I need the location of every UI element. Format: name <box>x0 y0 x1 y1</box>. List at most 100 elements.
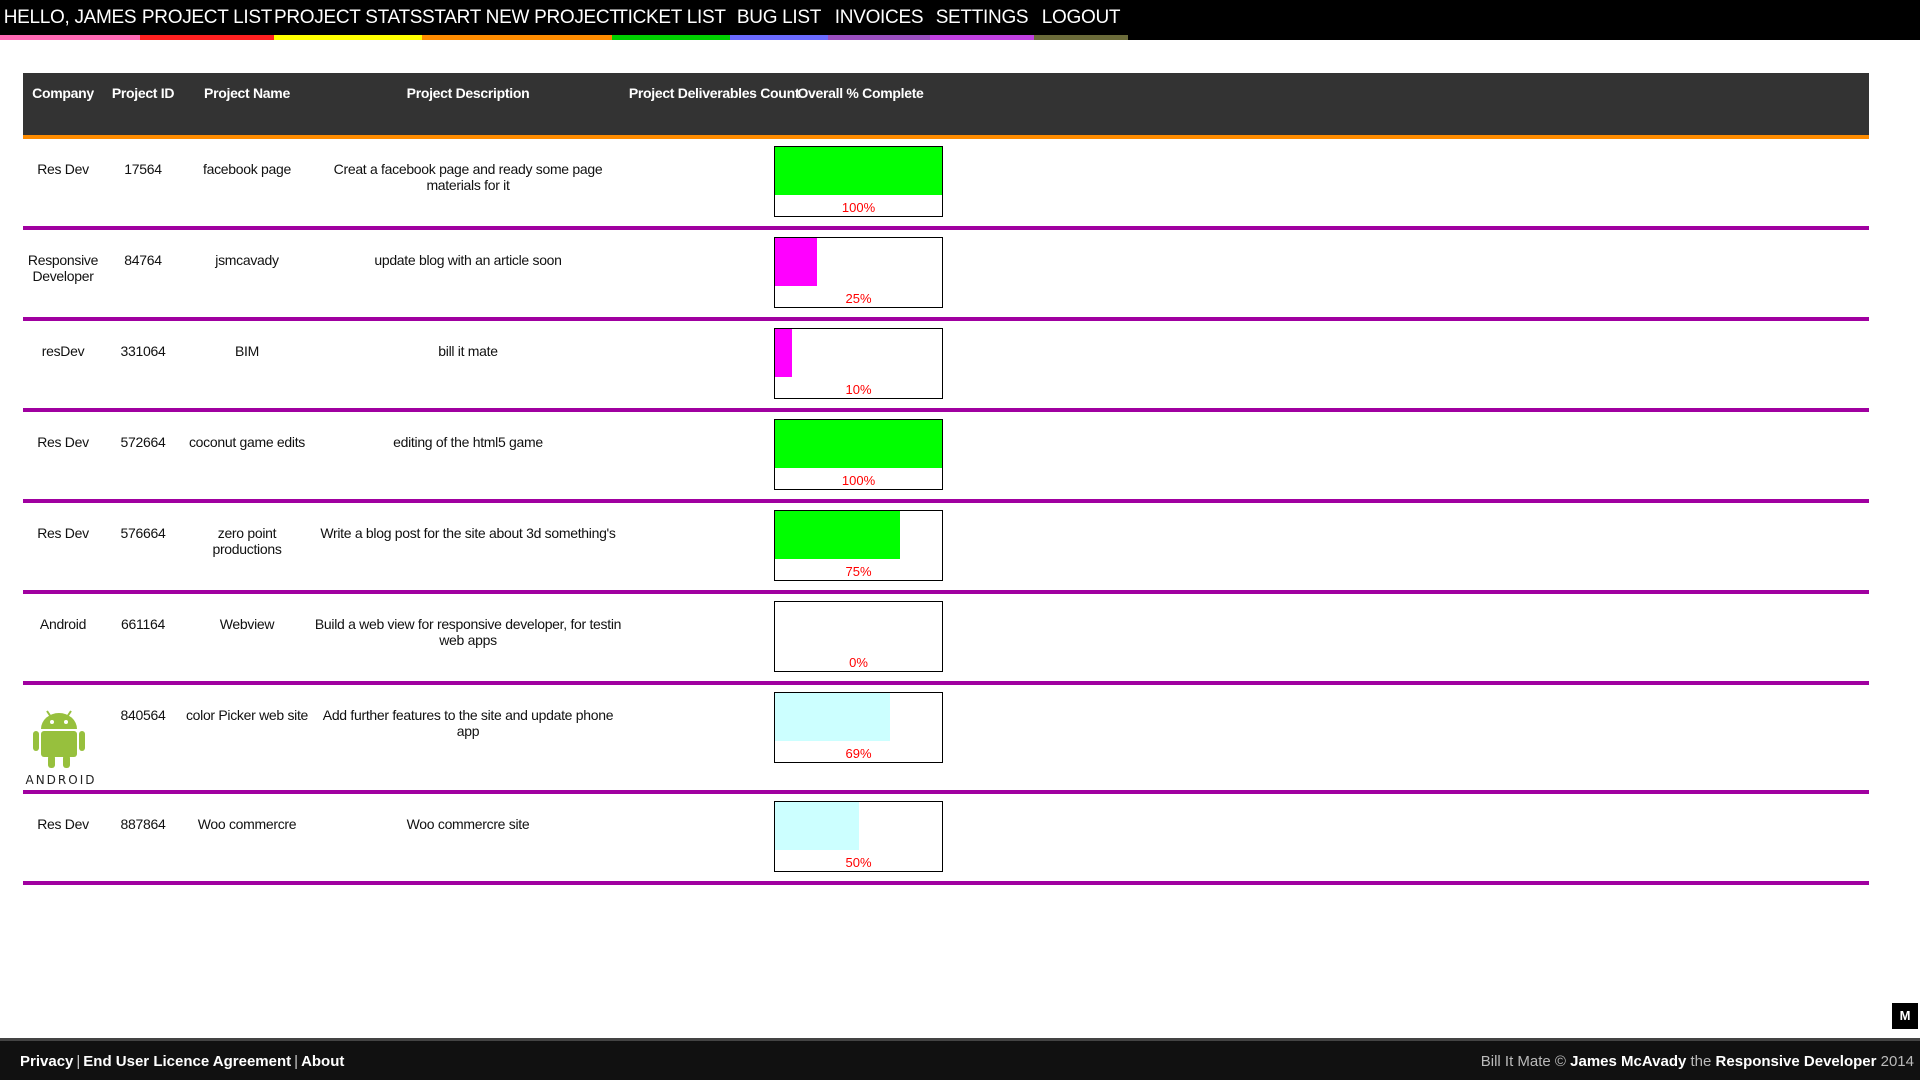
nav-settings[interactable]: SETTINGS <box>930 0 1034 40</box>
footer-separator: | <box>294 1053 299 1070</box>
cell-project-description: Write a blog post for the site about 3d … <box>320 525 616 541</box>
footer-company[interactable]: Responsive Developer <box>1716 1053 1877 1070</box>
footer-author[interactable]: James McAvady <box>1570 1053 1686 1070</box>
header-project-id[interactable]: Project ID <box>103 83 183 103</box>
nav-bug-list[interactable]: BUG LIST <box>730 0 828 40</box>
nav-underline <box>930 35 1034 40</box>
nav-invoices-label: INVOICES <box>834 7 924 28</box>
cell-project-name: coconut game edits <box>188 434 305 450</box>
nav-settings-label: SETTINGS <box>935 7 1029 28</box>
cell-company: resDev <box>41 343 85 359</box>
progress-bar: 69% <box>774 692 943 763</box>
nav-start-new-project[interactable]: START NEW PROJECT <box>422 0 621 40</box>
nav-underline <box>422 35 612 40</box>
header-overall-complete[interactable]: Overall % Complete <box>778 83 943 103</box>
footer-links: Privacy | End User Licence Agreement | About <box>20 1053 344 1070</box>
nav-underline <box>0 35 140 40</box>
footer-link-privacy[interactable]: Privacy <box>20 1053 73 1070</box>
progress-fill <box>775 693 891 741</box>
footer-the: the <box>1690 1053 1712 1070</box>
nav-ticket-list[interactable]: TICKET LIST <box>612 0 730 40</box>
cell-project-id: 572664 <box>120 434 166 450</box>
nav-project-stats[interactable]: PROJECT STATS <box>274 0 422 40</box>
cell-project-id: 887864 <box>120 816 166 832</box>
nav-ticket-list-label: TICKET LIST <box>616 7 726 28</box>
cell-company: Res Dev <box>37 161 89 177</box>
progress-fill <box>775 802 859 850</box>
progress-fill <box>775 238 817 286</box>
project-table: Company Project ID Project Name Project … <box>23 73 1869 885</box>
nav-underline <box>730 35 828 40</box>
cell-project-name: jsmcavady <box>215 252 279 268</box>
table-row[interactable]: Android 661164 Webview Build a web view for… <box>23 594 1869 685</box>
footer-year: 2014 <box>1880 1053 1914 1070</box>
progress-bar: 10% <box>774 328 943 399</box>
progress-percent-label: 75% <box>845 564 872 579</box>
progress-fill <box>775 329 792 377</box>
table-row[interactable]: Res Dev 887864 Woo commercre Woo commercre … <box>23 794 1869 885</box>
table-row[interactable]: Res Dev 572664 coconut game edits editing o… <box>23 412 1869 503</box>
cell-project-description: Build a web view for responsive develope… <box>314 616 622 648</box>
android-logo-text: ANDROID <box>25 773 97 787</box>
cell-company: Res Dev <box>37 434 89 450</box>
footer-link-eula[interactable]: End User Licence Agreement <box>83 1053 291 1070</box>
nav-invoices[interactable]: INVOICES <box>828 0 930 40</box>
cell-project-name: zero point productions <box>212 525 282 557</box>
cell-project-name: BIM <box>235 343 259 359</box>
nav-logout[interactable]: LOGOUT <box>1034 0 1128 40</box>
footer-link-about[interactable]: About <box>301 1053 344 1070</box>
header-project-name[interactable]: Project Name <box>183 83 311 103</box>
progress-bar: 50% <box>774 801 943 872</box>
m-button[interactable]: M <box>1892 1003 1918 1029</box>
cell-project-description: Add further features to the site and upd… <box>322 707 614 739</box>
cell-project-id: 331064 <box>120 343 166 359</box>
header-deliverables-count[interactable]: Project Deliverables Count <box>625 83 803 103</box>
table-row[interactable]: resDev 331064 BIM bill it mate 10% <box>23 321 1869 412</box>
cell-project-name: Woo commercre <box>197 816 297 832</box>
top-navigation: HELLO, JAMES PROJECT LIST PROJECT STATS … <box>0 0 1920 40</box>
header-company[interactable]: Company <box>23 83 103 103</box>
nav-logout-label: LOGOUT <box>1041 7 1121 28</box>
table-row[interactable]: ANDROID 840564 color Picker web site Add fu… <box>23 685 1869 794</box>
cell-project-id: 576664 <box>120 525 166 541</box>
progress-percent-label: 100% <box>841 473 876 488</box>
android-robot-icon <box>33 710 85 768</box>
progress-bar: 75% <box>774 510 943 581</box>
nav-bug-list-label: BUG LIST <box>736 7 822 28</box>
cell-company: Responsive Developer <box>27 252 99 284</box>
header-project-description[interactable]: Project Description <box>311 83 625 103</box>
cell-project-id: 840564 <box>120 707 166 723</box>
table-row[interactable]: Responsive Developer 84764 jsmcavady update… <box>23 230 1869 321</box>
footer-separator: | <box>76 1053 81 1070</box>
cell-project-description: editing of the html5 game <box>393 434 543 450</box>
progress-percent-label: 10% <box>845 382 872 397</box>
progress-bar: 0% <box>774 601 943 672</box>
table-row[interactable]: Res Dev 17564 facebook page Creat a faceboo… <box>23 139 1869 230</box>
progress-bar: 100% <box>774 146 943 217</box>
progress-percent-label: 25% <box>845 291 872 306</box>
cell-project-description: bill it mate <box>438 343 498 359</box>
progress-bar: 25% <box>774 237 943 308</box>
cell-company: Res Dev <box>37 525 89 541</box>
cell-project-id: 84764 <box>124 252 162 268</box>
android-logo-icon <box>23 707 99 779</box>
nav-greeting[interactable]: HELLO, JAMES <box>0 0 140 40</box>
nav-underline <box>274 35 422 40</box>
nav-underline <box>828 35 930 40</box>
nav-greeting-label: HELLO, JAMES <box>3 7 137 28</box>
progress-bar: 100% <box>774 419 943 490</box>
cell-company: Res Dev <box>37 816 89 832</box>
progress-percent-label: 100% <box>841 200 876 215</box>
footer-copyright: Bill It Mate © James McAvady the Respons… <box>1481 1053 1914 1070</box>
progress-percent-label: 50% <box>845 855 872 870</box>
nav-underline <box>612 35 730 40</box>
cell-project-name: Webview <box>219 616 275 632</box>
cell-project-description: Woo commercre site <box>406 816 530 832</box>
cell-project-name: facebook page <box>203 161 291 177</box>
footer: Privacy | End User Licence Agreement | About… <box>0 1038 1920 1080</box>
nav-underline <box>140 35 274 40</box>
table-row[interactable]: Res Dev 576664 zero point productions Write… <box>23 503 1869 594</box>
nav-project-list[interactable]: PROJECT LIST <box>140 0 274 40</box>
nav-project-stats-label: PROJECT STATS <box>274 7 423 28</box>
progress-percent-label: 0% <box>849 655 868 670</box>
